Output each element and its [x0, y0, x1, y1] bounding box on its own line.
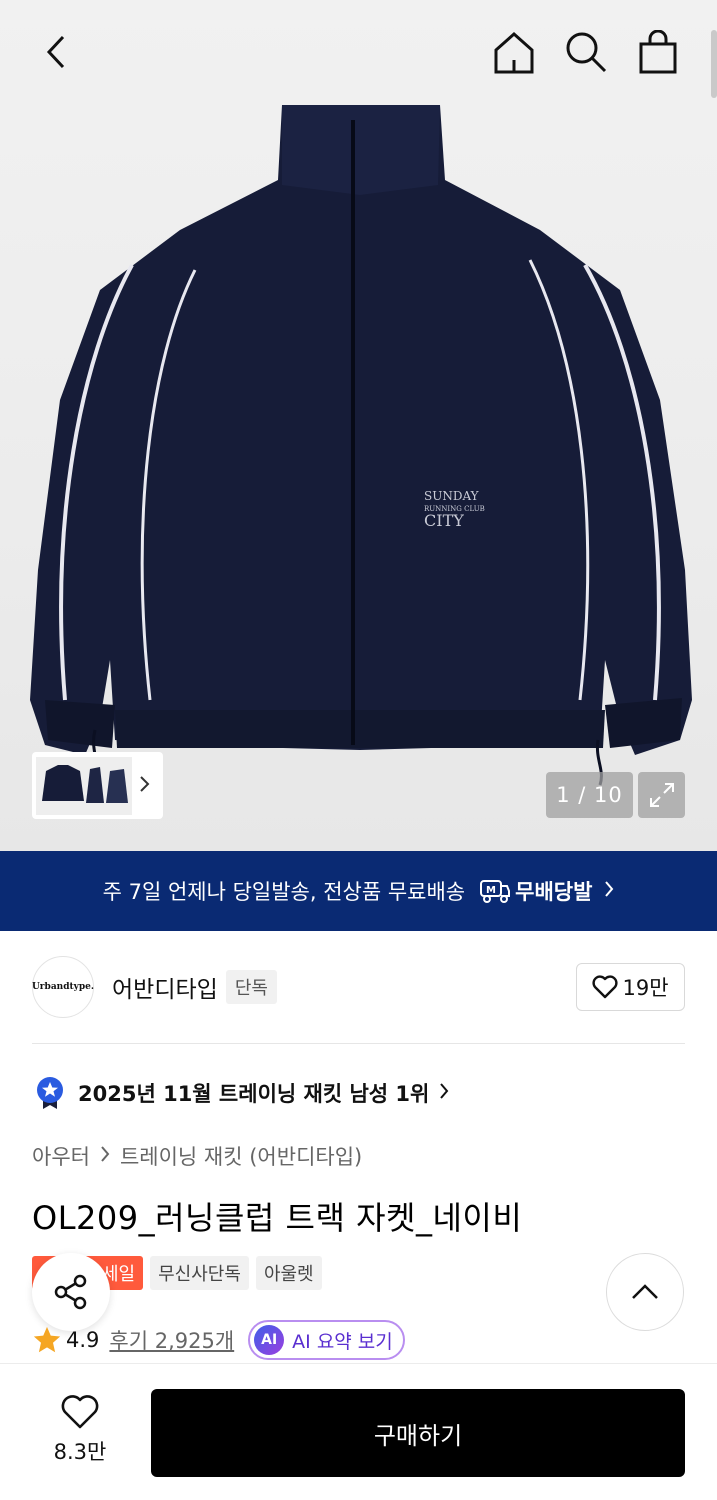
store-name[interactable]: 어반디타입 — [112, 970, 218, 1004]
banner-brand-label: 무배당발 — [515, 880, 593, 904]
bottom-action-bar: 8.3만 구매하기 — [0, 1363, 717, 1500]
shipping-banner[interactable]: 주 7일 언제나 당일발송, 전상품 무료배송 M 무배당발 — [0, 851, 717, 931]
top-navigation-bar — [0, 0, 717, 104]
ai-summary-button[interactable]: AI AI 요약 보기 — [248, 1320, 405, 1360]
divider — [32, 1043, 685, 1044]
rating-score: 4.9 — [66, 1328, 100, 1352]
store-logo-text: Urbandtype. — [31, 982, 95, 992]
store-like-button[interactable]: 19만 — [576, 963, 685, 1011]
thumbnail-strip[interactable] — [32, 752, 163, 819]
heart-icon — [592, 975, 619, 999]
musinsa-exclusive-tag: 무신사단독 — [150, 1256, 249, 1290]
store-logo[interactable]: Urbandtype. — [32, 956, 94, 1018]
breadcrumb-subcategory[interactable]: 트레이닝 재킷 (어반디타입) — [120, 1141, 362, 1171]
reviews-link[interactable]: 후기 2,925개 — [109, 1325, 234, 1355]
store-row: Urbandtype. 어반디타입 단독 19만 — [32, 955, 685, 1019]
heart-icon — [61, 1395, 99, 1429]
product-title: OL209_러닝클럽 트랙 자켓_네이비 — [32, 1199, 523, 1237]
chevron-right-icon[interactable] — [138, 774, 150, 798]
ai-summary-label: AI 요약 보기 — [292, 1330, 393, 1353]
chevron-right-icon — [604, 879, 614, 903]
ai-icon: AI — [254, 1325, 285, 1355]
wishlist-count: 8.3만 — [53, 1440, 107, 1464]
wishlist-button[interactable]: 8.3만 — [40, 1394, 120, 1466]
search-icon[interactable] — [562, 28, 610, 76]
ranking-link[interactable]: 2025년 11월 트레이닝 재킷 남성 1위 — [34, 1076, 449, 1110]
medal-icon — [37, 1077, 63, 1109]
home-icon[interactable] — [490, 28, 538, 76]
outlet-tag: 아울렛 — [255, 1256, 322, 1290]
ranking-text: 2025년 11월 트레이닝 재킷 남성 1위 — [78, 1082, 430, 1106]
banner-text: 주 7일 언제나 당일발송, 전상품 무료배송 — [102, 880, 466, 904]
buy-button[interactable]: 구매하기 — [151, 1389, 685, 1477]
banner-brand: M 무배당발 — [479, 876, 592, 906]
breadcrumb-category[interactable]: 아우터 — [32, 1141, 90, 1171]
rating-row: 4.9 후기 2,925개 AI AI 요약 보기 — [32, 1320, 405, 1360]
expand-icon[interactable] — [638, 772, 685, 818]
star-icon — [33, 1326, 61, 1353]
svg-text:M: M — [486, 885, 496, 896]
print-text-1: SUNDAY — [424, 489, 480, 503]
exclusive-badge: 단독 — [225, 970, 277, 1004]
image-counter: 1 / 10 — [546, 772, 633, 818]
store-like-count: 19만 — [622, 976, 669, 1000]
delivery-truck-icon: M — [480, 880, 511, 903]
chevron-right-icon — [100, 1144, 110, 1168]
product-image-gallery[interactable]: SUNDAY RUNNING CLUB CITY 1 / 10 — [0, 0, 717, 851]
print-text-3: CITY — [424, 511, 464, 530]
chevron-up-icon — [632, 1284, 658, 1299]
product-image: SUNDAY RUNNING CLUB CITY — [30, 105, 692, 786]
back-icon[interactable] — [36, 30, 76, 74]
share-icon — [54, 1274, 87, 1310]
scroll-to-top-button[interactable] — [606, 1253, 684, 1331]
chevron-right-icon — [439, 1081, 449, 1105]
shopping-bag-icon[interactable] — [634, 28, 682, 76]
breadcrumb: 아우터 트레이닝 재킷 (어반디타입) — [32, 1141, 362, 1171]
thumbnail-image — [36, 756, 132, 815]
